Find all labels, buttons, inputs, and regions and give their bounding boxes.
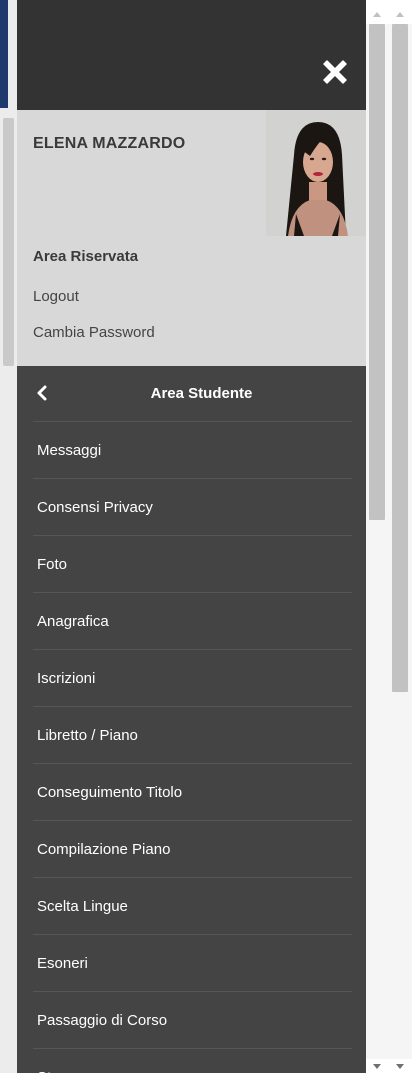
menu-item-esoneri[interactable]: Esoneri	[17, 935, 366, 992]
scroll-up-arrow-icon[interactable]	[373, 12, 381, 17]
menu-item-stage[interactable]: Stage	[17, 1049, 366, 1073]
menu-item-messaggi[interactable]: Messaggi	[17, 422, 366, 479]
outer-scroll-down-arrow-icon[interactable]	[396, 1064, 404, 1069]
page-background	[0, 0, 17, 1073]
outer-scrollbar-thumb[interactable]	[392, 24, 408, 692]
scrollbars	[366, 0, 412, 1073]
outer-scroll-up-arrow-icon[interactable]	[396, 12, 404, 17]
user-name: ELENA MAZZARDO	[33, 135, 186, 152]
reserved-area-heading: Area Riservata	[33, 248, 139, 265]
avatar	[266, 110, 366, 236]
user-info-box: ELENA MAZZARDO Area Riservata Logout Cam…	[17, 110, 366, 366]
page-scroll-indicator	[3, 118, 14, 366]
scrollbar-thumb[interactable]	[369, 24, 385, 520]
menu-item-conseguimento-titolo[interactable]: Conseguimento Titolo	[17, 764, 366, 821]
menu-item-passaggio-di-corso[interactable]: Passaggio di Corso	[17, 992, 366, 1049]
menu-item-foto[interactable]: Foto	[17, 536, 366, 593]
section-title: Area Studente	[150, 385, 253, 402]
menu-item-iscrizioni[interactable]: Iscrizioni	[17, 650, 366, 707]
menu-item-libretto-piano[interactable]: Libretto / Piano	[17, 707, 366, 764]
scroll-down-arrow-icon[interactable]	[373, 1064, 381, 1069]
close-icon	[323, 60, 347, 84]
menu-list: Messaggi Consensi Privacy Foto Anagrafic…	[17, 422, 366, 1073]
change-password-link[interactable]: Cambia Password	[33, 324, 155, 341]
page-header-strip	[0, 0, 8, 108]
close-menu-button[interactable]	[318, 55, 352, 89]
section-header: Area Studente	[17, 366, 366, 422]
side-menu-panel: ELENA MAZZARDO Area Riservata Logout Cam…	[17, 0, 366, 1073]
menu-item-scelta-lingue[interactable]: Scelta Lingue	[17, 878, 366, 935]
logout-link[interactable]: Logout	[33, 288, 79, 305]
menu-top-bar	[17, 0, 366, 110]
menu-item-anagrafica[interactable]: Anagrafica	[17, 593, 366, 650]
menu-item-compilazione-piano[interactable]: Compilazione Piano	[17, 821, 366, 878]
menu-item-consensi-privacy[interactable]: Consensi Privacy	[17, 479, 366, 536]
